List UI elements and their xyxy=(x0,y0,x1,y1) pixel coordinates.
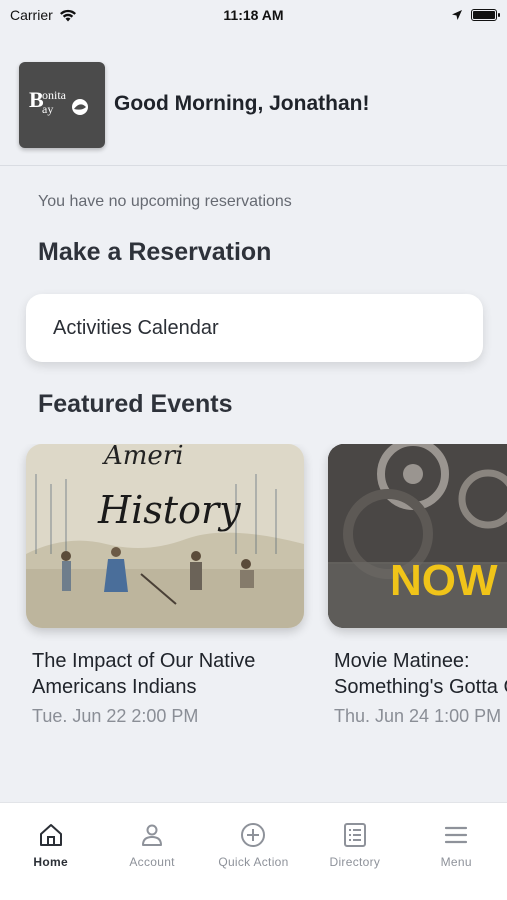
tab-label: Quick Action xyxy=(218,855,289,869)
no-reservations-message: You have no upcoming reservations xyxy=(38,193,292,210)
list-icon xyxy=(343,823,366,847)
tab-label: Account xyxy=(129,855,175,869)
carrier-label: Carrier xyxy=(10,7,53,23)
wifi-icon xyxy=(59,9,76,21)
svg-text:onita: onita xyxy=(42,88,67,102)
featured-events-heading: Featured Events xyxy=(38,390,233,418)
tab-menu[interactable]: Menu xyxy=(406,821,507,900)
battery-icon xyxy=(471,9,500,21)
tab-label: Directory xyxy=(329,855,381,869)
event-title-line: The Impact of Our Native xyxy=(32,650,256,672)
event-image: Ameri History xyxy=(26,444,304,628)
event-title: Movie Matinee: Something's Gotta Give xyxy=(334,648,507,700)
location-arrow-icon xyxy=(452,10,462,20)
activities-calendar-button[interactable]: Activities Calendar xyxy=(26,294,483,362)
event-title-line: Movie Matinee: xyxy=(334,650,470,672)
tab-bar: Home Account Quick Action Directory Menu xyxy=(0,802,507,900)
tab-home[interactable]: Home xyxy=(0,821,101,900)
hamburger-icon xyxy=(445,826,468,844)
svg-text:Ameri: Ameri xyxy=(102,444,184,471)
activities-calendar-label: Activities Calendar xyxy=(53,316,219,339)
tab-label: Home xyxy=(33,855,68,869)
club-logo: B onita ay xyxy=(19,62,105,148)
person-icon xyxy=(142,824,163,846)
tab-account[interactable]: Account xyxy=(102,821,203,900)
home-icon xyxy=(39,824,62,846)
header: B onita ay Good Morning, Jonathan! xyxy=(0,48,507,166)
event-date: Thu. Jun 24 1:00 PM xyxy=(334,706,502,726)
event-image-caption: History xyxy=(98,488,241,532)
event-date: Tue. Jun 22 2:00 PM xyxy=(32,706,199,726)
bonita-bay-logo: B onita ay xyxy=(29,87,88,116)
event-title-line: Americans Indians xyxy=(32,676,197,698)
greeting: Good Morning, Jonathan! xyxy=(114,92,370,115)
event-title: The Impact of Our Native Americans India… xyxy=(32,648,304,700)
event-image-caption: NOW SHOWING xyxy=(390,556,507,605)
event-card[interactable]: NOW SHOWING Movie Matinee: Something's G… xyxy=(328,444,507,727)
featured-events-carousel[interactable]: Ameri History The Impact of Our Native A… xyxy=(0,444,507,744)
plus-circle-icon xyxy=(241,823,266,847)
history-painting: Ameri xyxy=(26,444,304,628)
status-bar: Carrier 11:18 AM xyxy=(0,0,507,30)
make-reservation-heading: Make a Reservation xyxy=(38,238,272,266)
svg-text:ay: ay xyxy=(42,102,53,116)
tab-label: Menu xyxy=(440,855,472,869)
event-title-line: Something's Gotta Give xyxy=(334,676,507,698)
tab-directory[interactable]: Directory xyxy=(304,821,405,900)
event-card[interactable]: Ameri History The Impact of Our Native A… xyxy=(26,444,304,727)
event-image: NOW SHOWING xyxy=(328,444,507,628)
tab-quick-action[interactable]: Quick Action xyxy=(203,821,304,900)
